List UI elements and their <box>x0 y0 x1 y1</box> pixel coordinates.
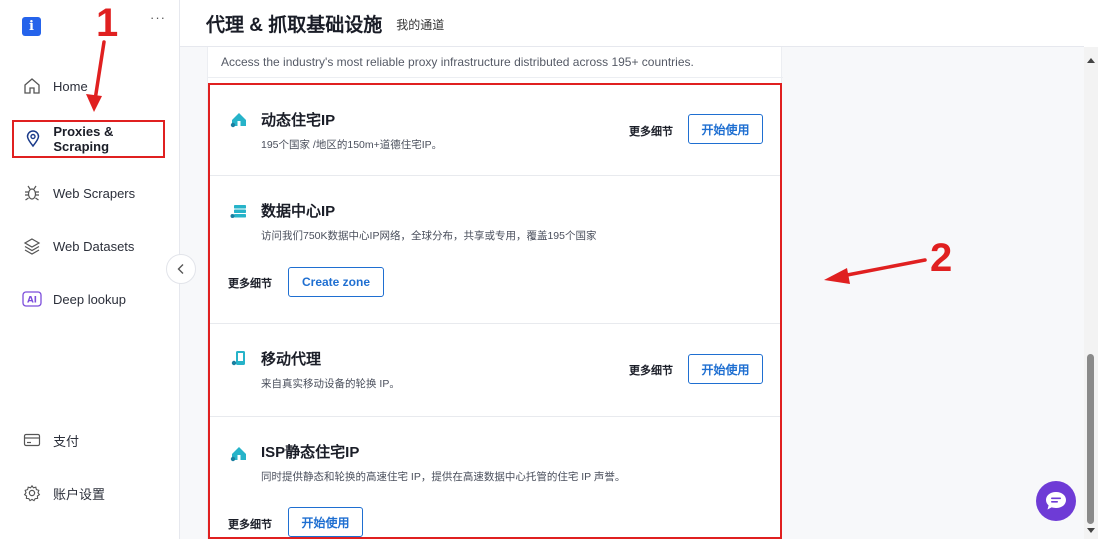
product-card-mobile: 移动代理 来自真实移动设备的轮换 IP。 更多细节 开始使用 <box>210 324 780 417</box>
product-description: 来自真实移动设备的轮换 IP。 <box>261 378 400 390</box>
sidebar-item-deep-lookup[interactable]: AI Deep lookup <box>12 280 165 318</box>
product-card-residential: 动态住宅IP 195个国家 /地区的150m+道德住宅IP。 更多细节 开始使用 <box>210 85 780 176</box>
sidebar-item-label: Proxies & Scraping <box>53 124 114 154</box>
sidebar-item-label: 账户设置 <box>53 486 106 502</box>
sidebar-item-label: 支付 <box>53 433 80 449</box>
vertical-scrollbar[interactable] <box>1084 47 1098 539</box>
scroll-down-arrow-icon[interactable] <box>1087 528 1095 533</box>
create-zone-button[interactable]: Create zone <box>288 267 384 297</box>
sidebar-item-web-datasets[interactable]: Web Datasets <box>12 227 165 265</box>
proxy-products-list: 动态住宅IP 195个国家 /地区的150m+道德住宅IP。 更多细节 开始使用… <box>208 83 782 539</box>
scrollbar-thumb[interactable] <box>1087 354 1094 524</box>
product-title: 移动代理 <box>261 351 322 368</box>
divider <box>208 77 783 78</box>
product-title: 动态住宅IP <box>261 112 336 129</box>
sidebar-item-billing[interactable]: 支付 <box>12 421 165 459</box>
get-started-button[interactable]: 开始使用 <box>688 354 763 384</box>
sidebar-item-proxies-scraping[interactable]: Proxies & Scraping <box>12 120 165 158</box>
home-icon <box>22 76 42 96</box>
chat-icon <box>1046 492 1066 510</box>
sidebar-item-label: Home <box>53 78 88 94</box>
product-title: 数据中心IP <box>261 203 336 220</box>
product-card-isp: ISP静态住宅IP 同时提供静态和轮换的高速住宅 IP，提供在高速数据中心托管的… <box>210 417 780 537</box>
mobile-icon <box>231 351 245 366</box>
residential-icon <box>230 113 246 128</box>
sidebar-item-account-settings[interactable]: 账户设置 <box>12 474 165 512</box>
ai-icon: AI <box>22 289 42 309</box>
gear-icon <box>22 483 42 503</box>
location-pin-icon <box>24 129 42 149</box>
ai-badge-text: AI <box>27 296 37 306</box>
more-details-link[interactable]: 更多细节 <box>629 123 673 139</box>
more-details-link[interactable]: 更多细节 <box>228 275 272 291</box>
intro-text: Access the industry's most reliable prox… <box>221 55 694 69</box>
main-content: Access the industry's most reliable prox… <box>180 47 1084 539</box>
page-subtitle[interactable]: 我的通道 <box>396 16 444 33</box>
more-details-link[interactable]: 更多细节 <box>228 516 272 532</box>
more-options-icon[interactable]: ··· <box>150 10 166 25</box>
more-details-link[interactable]: 更多细节 <box>629 362 673 378</box>
sidebar-item-label: Web Datasets <box>53 238 135 254</box>
get-started-button[interactable]: 开始使用 <box>288 507 363 537</box>
product-description: 同时提供静态和轮换的高速住宅 IP，提供在高速数据中心托管的住宅 IP 声誉。 <box>261 471 626 483</box>
sidebar-item-web-scrapers[interactable]: Web Scrapers <box>12 174 165 212</box>
page-header: 代理 & 抓取基础设施 我的通道 <box>180 0 1084 47</box>
product-card-datacenter: 数据中心IP 访问我们750K数据中心IP网络，全球分布，共享或专用，覆盖195… <box>210 176 780 324</box>
page-title: 代理 & 抓取基础设施 <box>206 14 383 36</box>
sidebar-item-label: Web Scrapers <box>53 185 136 201</box>
annotation-number-1: 1 <box>96 1 119 45</box>
isp-residential-icon <box>230 447 246 462</box>
bug-icon <box>22 183 42 203</box>
product-description: 访问我们750K数据中心IP网络，全球分布，共享或专用，覆盖195个国家 <box>261 230 597 242</box>
sidebar-item-home[interactable]: Home <box>12 67 165 105</box>
layers-icon <box>22 236 42 256</box>
collapse-sidebar-button[interactable] <box>166 254 196 284</box>
datacenter-icon <box>230 205 246 218</box>
chevron-left-icon <box>177 264 184 274</box>
credit-card-icon <box>22 430 42 450</box>
sidebar: i ··· Home Proxies & Scraping Web Scrape… <box>0 0 180 539</box>
chat-support-button[interactable] <box>1036 481 1076 521</box>
scroll-up-arrow-icon[interactable] <box>1087 58 1095 63</box>
logo[interactable]: i <box>22 17 41 36</box>
product-description: 195个国家 /地区的150m+道德住宅IP。 <box>261 139 443 151</box>
product-title: ISP静态住宅IP <box>261 444 360 461</box>
get-started-button[interactable]: 开始使用 <box>688 114 763 144</box>
sidebar-item-label: Deep lookup <box>53 291 126 307</box>
annotation-number-2: 2 <box>930 236 953 280</box>
